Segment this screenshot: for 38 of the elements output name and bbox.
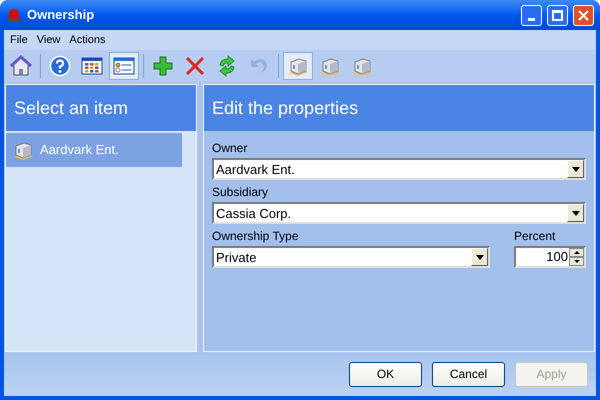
spin-down-button[interactable] [569, 257, 584, 266]
maximize-button[interactable] [547, 4, 568, 26]
close-icon [578, 10, 589, 20]
dropdown-button[interactable] [567, 160, 584, 178]
down-arrow-icon [574, 260, 580, 263]
field-label: Owner [212, 140, 248, 157]
field-label: Percent [514, 228, 556, 245]
grid-icon [81, 55, 103, 77]
owner-dropdown[interactable]: Aardvark Ent. [212, 158, 586, 180]
form-icon [113, 55, 135, 77]
caret-icon [572, 210, 580, 216]
subsidiary-dropdown[interactable]: Cassia Corp. [212, 202, 586, 224]
house-icon [10, 55, 32, 77]
help-icon [49, 55, 71, 77]
caret-icon [476, 254, 484, 260]
alarm-light-icon [6, 7, 22, 23]
dropdown-button[interactable] [567, 204, 584, 222]
percent-spinner[interactable]: 100 [514, 246, 586, 268]
spin-up-button[interactable] [569, 248, 584, 257]
caret-icon [572, 166, 580, 172]
plus-icon [152, 55, 174, 77]
up-arrow-icon [574, 251, 580, 254]
minimize-button[interactable] [521, 4, 542, 26]
menu-item[interactable]: Actions [69, 32, 106, 48]
window-title: Ownership [27, 6, 96, 24]
menu-item[interactable]: File [10, 32, 28, 48]
dialog-button[interactable]: Cancel [432, 362, 505, 386]
panel-heading: Edit the properties [212, 96, 358, 120]
field-label: Ownership Type [212, 228, 300, 245]
delete-icon [184, 55, 206, 77]
toolbar-button[interactable] [109, 52, 139, 80]
ownership-type-dropdown[interactable]: Private [212, 246, 490, 268]
dialog-button[interactable]: OK [349, 362, 422, 386]
dropdown-button[interactable] [471, 248, 488, 266]
menu-item[interactable]: View [36, 32, 60, 48]
panel-heading: Select an item [14, 96, 128, 120]
field-label: Subsidiary [212, 184, 270, 201]
close-button[interactable] [573, 4, 594, 26]
